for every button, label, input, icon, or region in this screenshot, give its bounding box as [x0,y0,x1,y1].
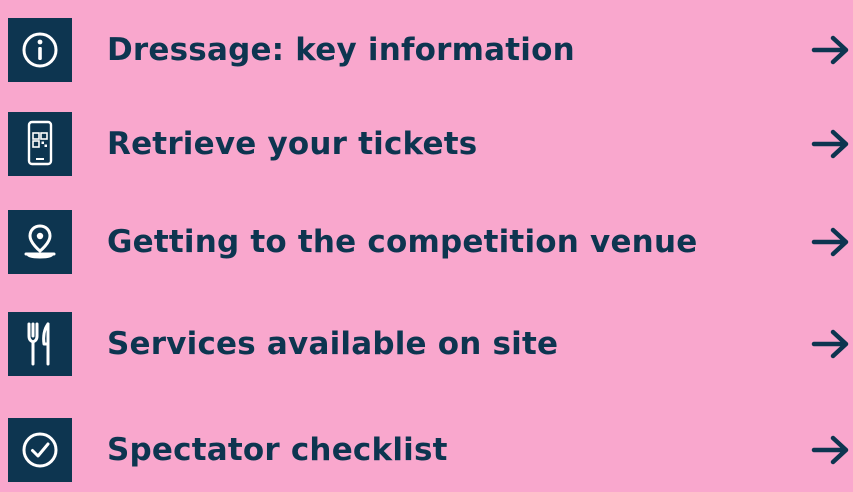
arrow-right-icon [811,329,849,359]
check-circle-icon [8,418,72,482]
list-item-key-information[interactable]: Dressage: key information [8,18,853,82]
arrow-right-icon [811,435,849,465]
item-label: Services available on site [107,326,559,362]
arrow-right-icon [811,35,849,65]
info-icon [8,18,72,82]
smartphone-qr-icon [8,112,72,176]
fork-knife-icon [8,312,72,376]
list-item-getting-to-venue[interactable]: Getting to the competition venue [8,210,853,274]
location-pin-icon [8,210,72,274]
item-label: Spectator checklist [107,432,448,468]
arrow-right-icon [811,227,849,257]
list-item-retrieve-tickets[interactable]: Retrieve your tickets [8,112,853,176]
item-label: Retrieve your tickets [107,126,478,162]
list-item-spectator-checklist[interactable]: Spectator checklist [8,418,853,482]
list-item-services-on-site[interactable]: Services available on site [8,312,853,376]
arrow-right-icon [811,129,849,159]
item-label: Dressage: key information [107,32,575,68]
item-label: Getting to the competition venue [107,224,698,260]
